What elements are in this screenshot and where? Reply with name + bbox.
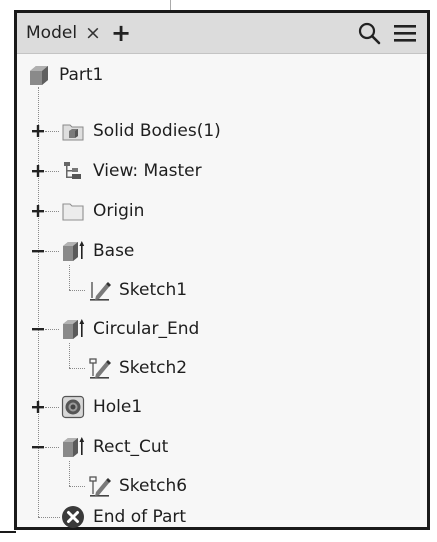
folder-icon [62,203,84,221]
tree-item-base[interactable]: Base [61,231,134,271]
hole-icon [61,395,85,419]
tree-connector [69,486,85,487]
tree-item-label: Solid Bodies(1) [93,121,221,141]
expand-icon[interactable] [31,204,45,218]
tree-connector [69,368,85,369]
expand-icon[interactable] [31,164,45,178]
tree-item-label: Sketch2 [119,358,188,378]
tree-item-label: Rect_Cut [93,437,169,457]
tree-item-sketch2[interactable]: Sketch2 [87,348,187,388]
tree-item-origin[interactable]: Origin [61,191,144,231]
hamburger-menu-icon[interactable] [392,23,418,43]
search-icon[interactable] [357,21,383,45]
tree-item-view-master[interactable]: View: Master [61,151,202,191]
collapse-icon[interactable] [31,244,45,258]
tree-item-label: View: Master [93,161,202,181]
end-of-part-icon [62,506,84,528]
tree-item-label: Origin [93,201,145,221]
extrusion-icon [63,319,85,339]
collapse-icon[interactable] [31,322,45,336]
tree-item-circular-end[interactable]: Circular_End [61,309,199,349]
solid-bodies-folder-icon [62,124,84,141]
tree-item-label: Sketch6 [119,476,188,496]
tree-item-hole1[interactable]: Hole1 [61,387,142,427]
tab-model-label: Model [26,23,78,43]
tree-item-label: Hole1 [93,397,143,417]
tree-connector [45,329,59,330]
tree-connector [45,407,59,408]
tree-connector [69,290,85,291]
tree-item-label: Part1 [59,65,104,85]
extrusion-icon [63,241,85,261]
close-icon[interactable]: × [85,22,101,44]
tree-connector [45,131,59,132]
collapse-icon[interactable] [31,440,45,454]
tab-model[interactable]: Model × + [17,13,167,53]
tree-item-sketch1[interactable]: Sketch1 [87,270,187,310]
extrusion-icon [63,437,85,457]
tree-connector [45,447,59,448]
tree-item-solid-bodies[interactable]: Solid Bodies(1) [61,111,221,151]
view-representation-icon [64,162,81,179]
tree-item-label: Sketch1 [119,280,188,300]
tree-item-part1[interactable]: Part1 [27,55,103,95]
sketch-icon [89,476,111,497]
browser-header: Model × + [17,13,427,54]
sketch-icon [90,282,111,301]
model-browser-panel: Model × + Part1 Solid Bodies(1) View: Ma… [14,10,430,530]
add-tab-icon[interactable]: + [111,21,131,45]
sketch-icon [89,358,111,379]
tree-connector [45,211,59,212]
tree-connector [45,251,59,252]
expand-icon[interactable] [31,400,45,414]
tree-item-end-of-part[interactable]: End of Part [61,497,186,537]
tree-item-label: End of Part [93,507,187,527]
tree-item-label: Circular_End [93,319,200,339]
tree-item-rect-cut[interactable]: Rect_Cut [61,427,168,467]
tree-connector [38,517,60,518]
tree-item-label: Base [93,241,135,261]
callout-line [0,531,16,533]
tree-connector [45,171,59,172]
part-icon [30,66,48,85]
model-tree: Part1 Solid Bodies(1) View: Master Origi… [17,53,427,528]
expand-icon[interactable] [31,124,45,138]
